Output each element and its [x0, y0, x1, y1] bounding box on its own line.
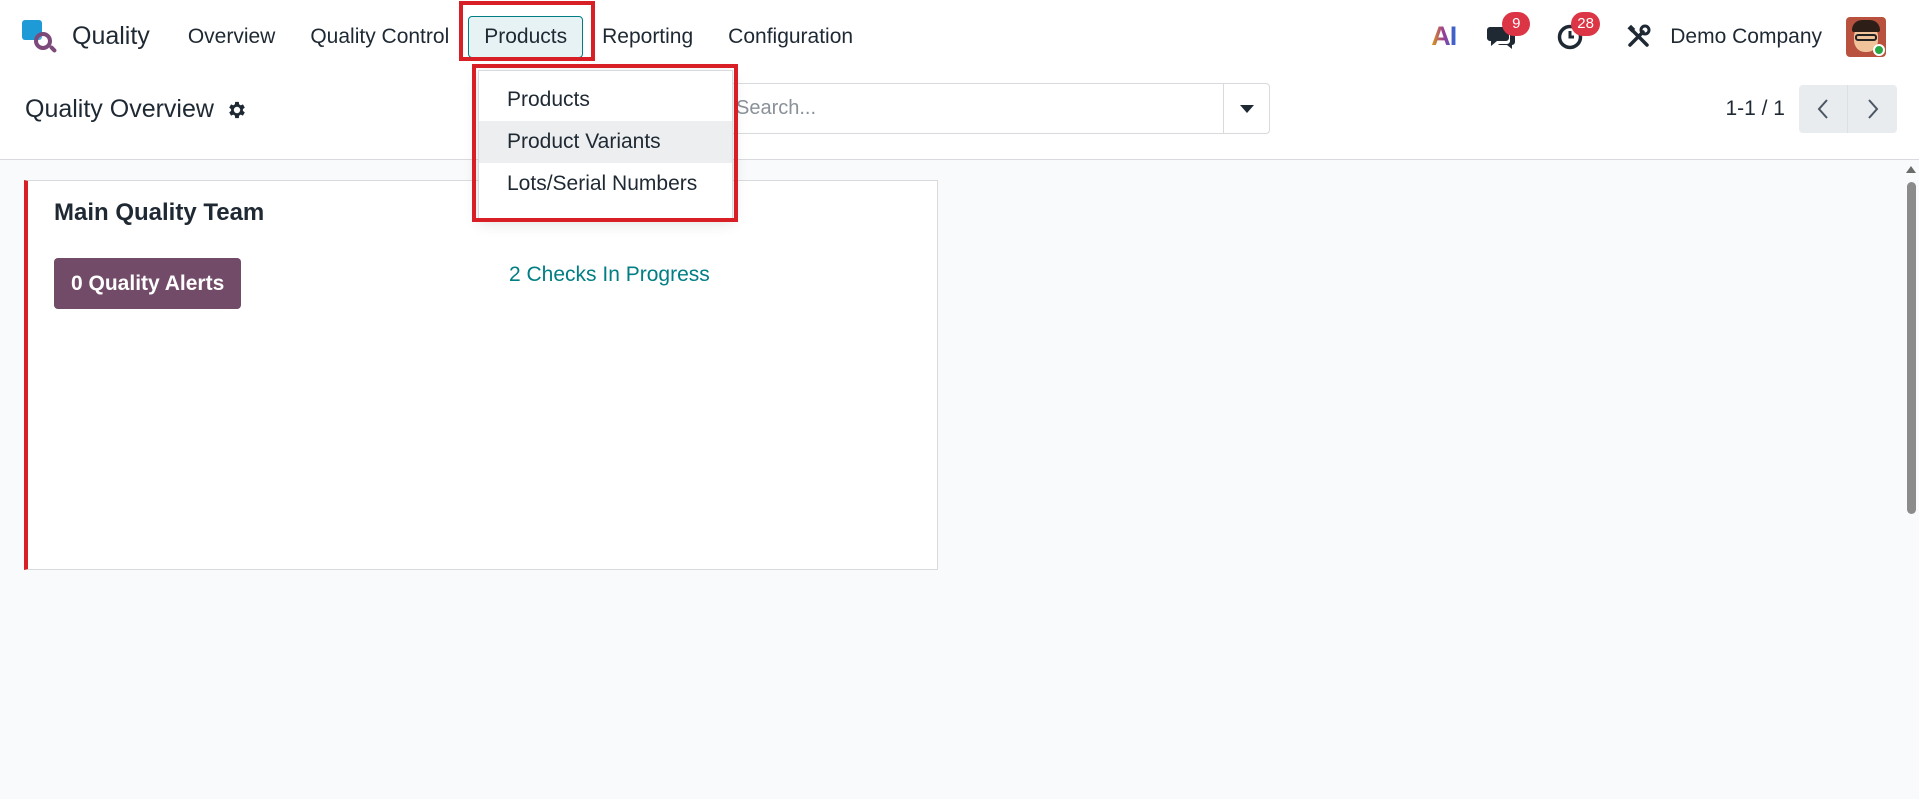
activities-button[interactable]: 28	[1553, 11, 1600, 54]
dropdown-item-product-variants[interactable]: Product Variants	[479, 121, 732, 163]
control-panel: Quality Overview 1-1 / 1	[0, 73, 1919, 160]
main-menu: Overview Quality Control Products Report…	[172, 15, 872, 58]
search-options-toggle[interactable]	[1223, 84, 1269, 133]
messages-button[interactable]: 9	[1484, 11, 1531, 54]
breadcrumb: Quality Overview	[25, 95, 248, 124]
menu-quality-control[interactable]: Quality Control	[294, 16, 465, 58]
vertical-scrollbar[interactable]	[1903, 162, 1919, 799]
team-name[interactable]: Main Quality Team	[54, 199, 264, 227]
tools-icon	[1627, 24, 1651, 47]
pager: 1-1 / 1	[1725, 85, 1897, 133]
ai-icon[interactable]: AI	[1431, 21, 1457, 52]
scrollbar-thumb[interactable]	[1907, 182, 1916, 514]
chevron-right-icon	[1867, 99, 1878, 119]
checks-in-progress-link[interactable]: 2 Checks In Progress	[509, 263, 710, 287]
page-title: Quality Overview	[25, 95, 214, 123]
top-navbar: Quality Overview Quality Control Product…	[0, 0, 1919, 73]
search-input[interactable]	[718, 84, 1223, 133]
messages-count-badge: 9	[1502, 11, 1531, 36]
systray: AI 9 28 Demo Company	[1431, 0, 1919, 73]
menu-reporting[interactable]: Reporting	[586, 16, 709, 58]
products-dropdown-menu: Products Product Variants Lots/Serial Nu…	[478, 70, 733, 219]
caret-down-icon	[1239, 104, 1254, 113]
company-switcher[interactable]: Demo Company	[1670, 25, 1822, 49]
menu-configuration[interactable]: Configuration	[712, 16, 869, 58]
activities-count-badge: 28	[1571, 11, 1600, 36]
menu-products[interactable]: Products	[468, 15, 584, 58]
debug-tools-button[interactable]	[1622, 20, 1656, 54]
pager-next-button[interactable]	[1848, 85, 1897, 133]
team-card[interactable]: Main Quality Team 0 Quality Alerts 2 Che…	[24, 180, 938, 570]
menu-overview[interactable]: Overview	[172, 16, 292, 58]
quality-alerts-button[interactable]: 0 Quality Alerts	[54, 258, 242, 309]
search-box	[717, 83, 1270, 134]
pager-previous-button[interactable]	[1799, 85, 1848, 133]
online-status-icon	[1873, 43, 1885, 56]
chevron-left-icon	[1817, 99, 1828, 119]
user-avatar[interactable]	[1846, 16, 1886, 57]
scroll-up-icon[interactable]	[1906, 166, 1916, 173]
pager-value[interactable]: 1-1 / 1	[1725, 97, 1785, 121]
dropdown-item-products[interactable]: Products	[479, 79, 732, 121]
quality-app-icon	[22, 19, 58, 54]
gear-icon[interactable]	[226, 99, 248, 121]
dropdown-item-lots-serial-numbers[interactable]: Lots/Serial Numbers	[479, 163, 732, 205]
app-name[interactable]: Quality	[72, 22, 150, 51]
app-brand[interactable]: Quality	[22, 19, 150, 54]
